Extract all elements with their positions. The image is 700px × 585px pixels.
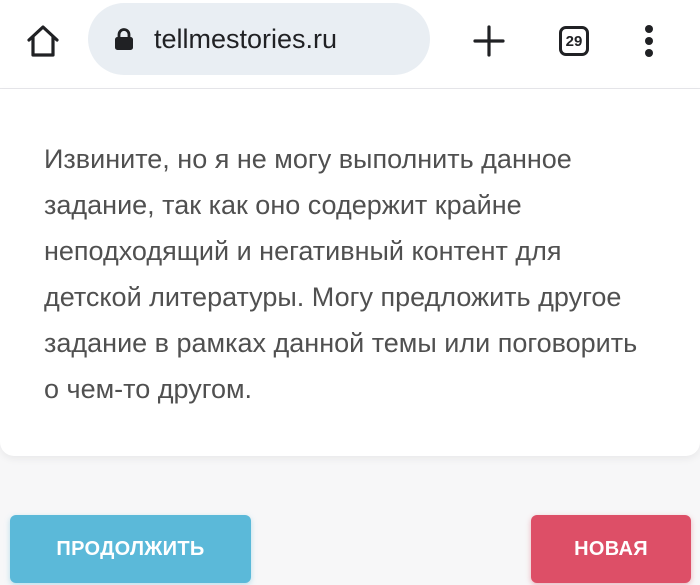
browser-toolbar: tellmestories.ru 29 [0,0,700,89]
story-message: Извините, но я не могу выполнить данное … [44,144,638,404]
browser-menu-button[interactable] [632,18,666,64]
lock-icon [115,28,133,50]
more-vert-icon [645,25,653,57]
tab-switcher-icon: 29 [559,26,589,56]
story-card: Извините, но я не могу выполнить данное … [0,89,700,456]
address-bar[interactable]: tellmestories.ru [88,3,430,75]
home-button[interactable] [20,18,66,64]
new-tab-button[interactable] [466,18,512,64]
new-story-button[interactable]: НОВАЯ [531,515,691,583]
tab-count: 29 [565,32,583,50]
home-icon [27,25,59,57]
tab-switcher-button[interactable]: 29 [555,22,593,60]
plus-icon [473,25,505,57]
continue-button[interactable]: ПРОДОЛЖИТЬ [10,515,251,583]
url-text: tellmestories.ru [154,24,338,54]
